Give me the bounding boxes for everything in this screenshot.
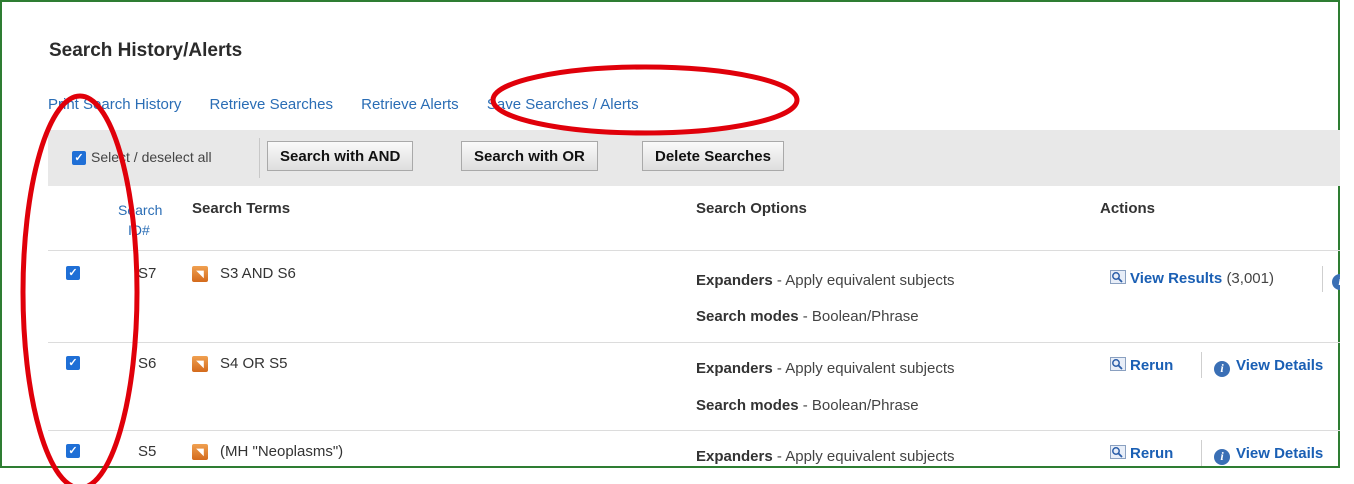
- delete-searches-button[interactable]: Delete Searches: [642, 141, 784, 171]
- action-divider: [1322, 266, 1323, 292]
- row-checkbox[interactable]: ✓: [66, 356, 80, 370]
- view-details-link[interactable]: i View Details: [1214, 357, 1323, 377]
- save-searches-alerts-link[interactable]: Save Searches / Alerts: [487, 96, 639, 113]
- info-icon: i: [1214, 360, 1230, 377]
- search-terms-header: Search Terms: [192, 200, 291, 217]
- search-id: S5: [138, 443, 157, 460]
- print-search-history-link[interactable]: Print Search History: [48, 96, 181, 113]
- magnifier-icon: [1110, 445, 1126, 459]
- retrieve-alerts-link[interactable]: Retrieve Alerts: [361, 96, 459, 113]
- search-modes-option: Search modes - Boolean/Phrase: [696, 397, 919, 414]
- search-terms: (MH "Neoplasms"): [220, 443, 344, 460]
- expanders-option: Expanders - Apply equivalent subjects: [696, 448, 955, 465]
- view-details-link[interactable]: i: [1332, 270, 1340, 290]
- search-modes-option: Search modes - Boolean/Phrase: [696, 308, 919, 325]
- magnifier-icon: [1110, 270, 1126, 284]
- search-history-panel: Search History/Alerts Print Search Histo…: [0, 0, 1340, 468]
- row-divider: [48, 342, 1340, 343]
- rerun-link[interactable]: Rerun: [1110, 357, 1173, 374]
- search-id: S7: [138, 265, 157, 282]
- info-icon: i: [1332, 273, 1340, 290]
- row-checkbox[interactable]: ✓: [66, 444, 80, 458]
- search-id-header[interactable]: Search ID#: [118, 200, 162, 240]
- search-id: S6: [138, 355, 157, 372]
- actions-header: Actions: [1100, 200, 1156, 217]
- retrieve-searches-link[interactable]: Retrieve Searches: [210, 96, 333, 113]
- action-divider: [1201, 352, 1202, 378]
- history-toolbar: ✓ Select / deselect all Search with AND …: [48, 130, 1340, 186]
- view-results-link[interactable]: View Results (3,001): [1110, 270, 1274, 287]
- select-all-checkbox[interactable]: ✓: [72, 151, 86, 165]
- expanders-option: Expanders - Apply equivalent subjects: [696, 360, 955, 377]
- view-details-link[interactable]: i View Details: [1214, 445, 1323, 465]
- search-with-or-button[interactable]: Search with OR: [461, 141, 598, 171]
- rss-icon[interactable]: ◥: [192, 266, 208, 282]
- rss-icon[interactable]: ◥: [192, 356, 208, 372]
- rerun-link[interactable]: Rerun: [1110, 445, 1173, 462]
- row-divider: [48, 250, 1340, 251]
- result-count: (3,001): [1226, 270, 1274, 287]
- row-divider: [48, 430, 1340, 431]
- search-with-and-button[interactable]: Search with AND: [267, 141, 414, 171]
- action-divider: [1201, 440, 1202, 466]
- magnifier-icon: [1110, 357, 1126, 371]
- panel-title: Search History/Alerts: [49, 40, 243, 61]
- rss-icon[interactable]: ◥: [192, 444, 208, 460]
- search-terms: S4 OR S5: [220, 355, 288, 372]
- history-links: Print Search History Retrieve Searches R…: [48, 96, 663, 113]
- search-options-header: Search Options: [696, 200, 807, 217]
- search-terms: S3 AND S6: [220, 265, 296, 282]
- expanders-option: Expanders - Apply equivalent subjects: [696, 272, 955, 289]
- select-all-label: Select / deselect all: [91, 149, 212, 165]
- info-icon: i: [1214, 448, 1230, 465]
- row-checkbox[interactable]: ✓: [66, 266, 80, 280]
- toolbar-divider: [259, 138, 260, 178]
